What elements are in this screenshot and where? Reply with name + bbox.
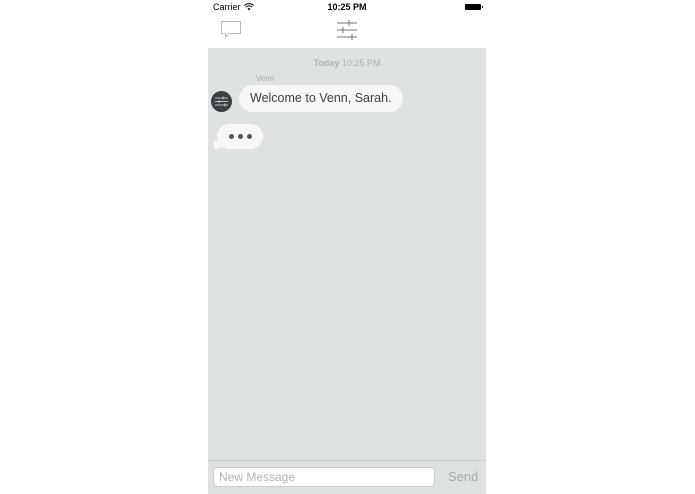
status-bar: Carrier 10:25 PM (208, 0, 486, 14)
sender-name: Venn (256, 74, 275, 83)
status-time: 10:25 PM (327, 2, 367, 12)
avatar-sliders-icon (215, 96, 228, 107)
nav-bar (208, 14, 486, 48)
typing-indicator (214, 124, 263, 149)
timestamp-day: Today (313, 58, 340, 68)
send-button[interactable]: Send (448, 469, 478, 484)
settings-sliders-icon[interactable] (336, 19, 358, 41)
chat-bubble-icon[interactable] (220, 20, 242, 40)
message-input[interactable] (213, 467, 435, 487)
chat-area: Today 10:25 PM Venn Welcome to Venn, Sar… (208, 48, 486, 460)
battery-icon (465, 4, 483, 10)
message-input-bar: Send (208, 460, 486, 494)
typing-dot-icon (246, 134, 252, 139)
message-bubble: Welcome to Venn, Sarah. (239, 85, 403, 112)
timestamp-time: 10:25 PM (341, 58, 381, 68)
message-timestamp: Today 10:25 PM (208, 58, 486, 68)
avatar (211, 91, 232, 112)
typing-dot-icon (237, 134, 243, 139)
typing-dot-icon (228, 134, 234, 139)
phone-screen: Carrier 10:25 PM Today 10:25 PM Venn Wel… (208, 0, 486, 494)
